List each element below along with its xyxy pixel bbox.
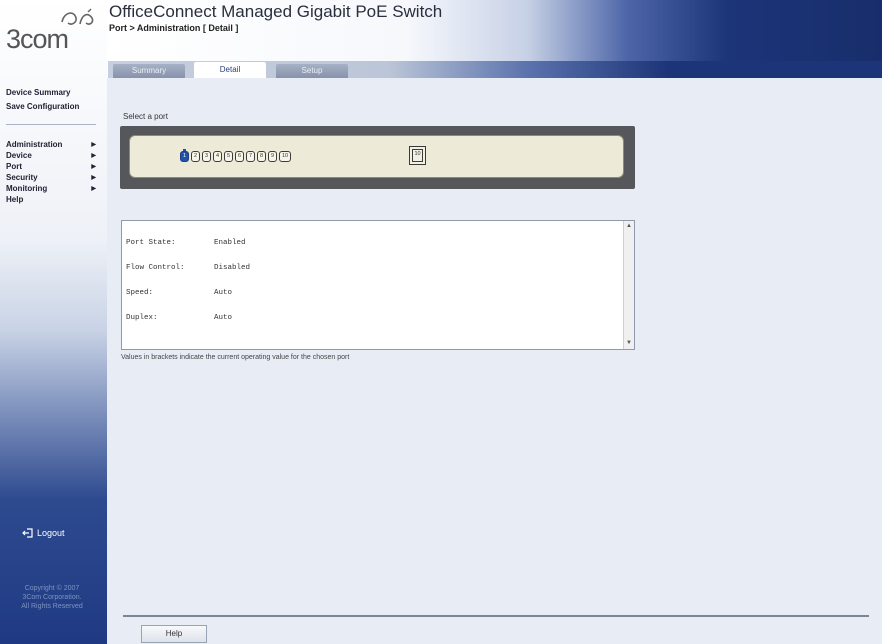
port-button-6[interactable]: 6 bbox=[235, 151, 244, 162]
detail-value: Disabled bbox=[214, 264, 251, 272]
app-title: OfficeConnect Managed Gigabit PoE Switch bbox=[109, 2, 443, 21]
sidebar-divider bbox=[6, 124, 96, 125]
sidebar-item-label: Port bbox=[6, 162, 22, 171]
detail-label: Flow Control: bbox=[126, 264, 185, 272]
tab-summary[interactable]: Summary bbox=[113, 64, 185, 78]
sidebar-item-monitoring[interactable]: Monitoring ▶ bbox=[6, 184, 98, 193]
brand-logo-text: 3com bbox=[6, 24, 69, 54]
uplink-port-label: 10 bbox=[412, 149, 423, 162]
sidebar-item-port[interactable]: Port ▶ bbox=[6, 162, 98, 171]
port-detail-box: Port State: Enabled Flow Control: Disabl… bbox=[121, 220, 635, 350]
port-button-7[interactable]: 7 bbox=[246, 151, 255, 162]
sidebar-item-device[interactable]: Device ▶ bbox=[6, 151, 98, 160]
port-button-3[interactable]: 3 bbox=[202, 151, 211, 162]
sidebar-item-label: Monitoring bbox=[6, 184, 48, 193]
submenu-arrow-icon: ▶ bbox=[91, 142, 96, 148]
operating-value-note: Values in brackets indicate the current … bbox=[121, 354, 350, 361]
sidebar-item-label: Device bbox=[6, 151, 32, 160]
main-content: Select a port 1 2 3 4 5 6 7 8 9 10 10 Po… bbox=[107, 78, 882, 644]
port-button-10[interactable]: 10 bbox=[279, 151, 291, 162]
uplink-port-button[interactable]: 10 bbox=[409, 146, 426, 165]
port-button-5[interactable]: 5 bbox=[224, 151, 233, 162]
sidebar-item-label: Security bbox=[6, 173, 38, 182]
device-summary-link[interactable]: Device Summary bbox=[6, 88, 70, 97]
header: OfficeConnect Managed Gigabit PoE Switch… bbox=[107, 0, 882, 78]
detail-row-flow-control: Flow Control: Disabled bbox=[126, 264, 250, 272]
save-configuration-link[interactable]: Save Configuration bbox=[6, 102, 79, 111]
sidebar-item-label: Help bbox=[6, 195, 24, 204]
detail-value: Auto bbox=[214, 289, 233, 297]
port-button-4[interactable]: 4 bbox=[213, 151, 222, 162]
port-button-2[interactable]: 2 bbox=[191, 151, 200, 162]
sidebar-item-security[interactable]: Security ▶ bbox=[6, 173, 98, 182]
scroll-down-icon[interactable]: ▼ bbox=[625, 339, 633, 347]
port-button-9[interactable]: 9 bbox=[268, 151, 277, 162]
detail-value: Auto bbox=[214, 314, 233, 322]
scroll-up-icon[interactable]: ▲ bbox=[625, 222, 633, 230]
sidebar: 3com Device Summary Save Configuration A… bbox=[0, 0, 107, 644]
detail-row-port-state: Port State: Enabled bbox=[126, 239, 246, 247]
help-button[interactable]: Help bbox=[141, 625, 207, 643]
submenu-arrow-icon: ▶ bbox=[91, 153, 96, 159]
detail-row-duplex: Duplex: Auto bbox=[126, 314, 232, 322]
tab-setup[interactable]: Setup bbox=[276, 64, 348, 78]
switch-faceplate: 1 2 3 4 5 6 7 8 9 10 10 bbox=[129, 135, 624, 178]
logout-icon bbox=[22, 528, 33, 538]
port-button-8[interactable]: 8 bbox=[257, 151, 266, 162]
select-port-label: Select a port bbox=[123, 112, 168, 121]
sidebar-item-label: Administration bbox=[6, 140, 63, 149]
submenu-arrow-icon: ▶ bbox=[91, 186, 96, 192]
breadcrumb: Port > Administration [ Detail ] bbox=[109, 23, 239, 33]
sidebar-item-help[interactable]: Help bbox=[6, 195, 98, 204]
copyright-line: Copyright © 2007 bbox=[24, 585, 80, 592]
tab-strip: Summary Detail Setup bbox=[108, 61, 882, 78]
port-button-1[interactable]: 1 bbox=[180, 149, 189, 162]
footer-divider bbox=[123, 615, 869, 617]
port-selector-panel: 1 2 3 4 5 6 7 8 9 10 10 bbox=[120, 126, 635, 189]
copyright-text: Copyright © 2007 3Com Corporation. All R… bbox=[6, 584, 98, 611]
logout-label: Logout bbox=[37, 528, 65, 538]
detail-label: Port State: bbox=[126, 239, 176, 247]
logo: 3com bbox=[6, 6, 102, 66]
copyright-line: All Rights Reserved bbox=[21, 603, 83, 610]
detail-scrollbar[interactable]: ▲ ▼ bbox=[623, 221, 634, 349]
detail-value: Enabled bbox=[214, 239, 246, 247]
tab-detail[interactable]: Detail bbox=[194, 62, 266, 78]
detail-label: Speed: bbox=[126, 289, 154, 297]
logout-button[interactable]: Logout bbox=[22, 528, 65, 538]
copyright-line: 3Com Corporation. bbox=[22, 594, 82, 601]
detail-row-speed: Speed: Auto bbox=[126, 289, 232, 297]
detail-label: Duplex: bbox=[126, 314, 158, 322]
submenu-arrow-icon: ▶ bbox=[91, 175, 96, 181]
submenu-arrow-icon: ▶ bbox=[91, 164, 96, 170]
sidebar-item-administration[interactable]: Administration ▶ bbox=[6, 140, 98, 149]
